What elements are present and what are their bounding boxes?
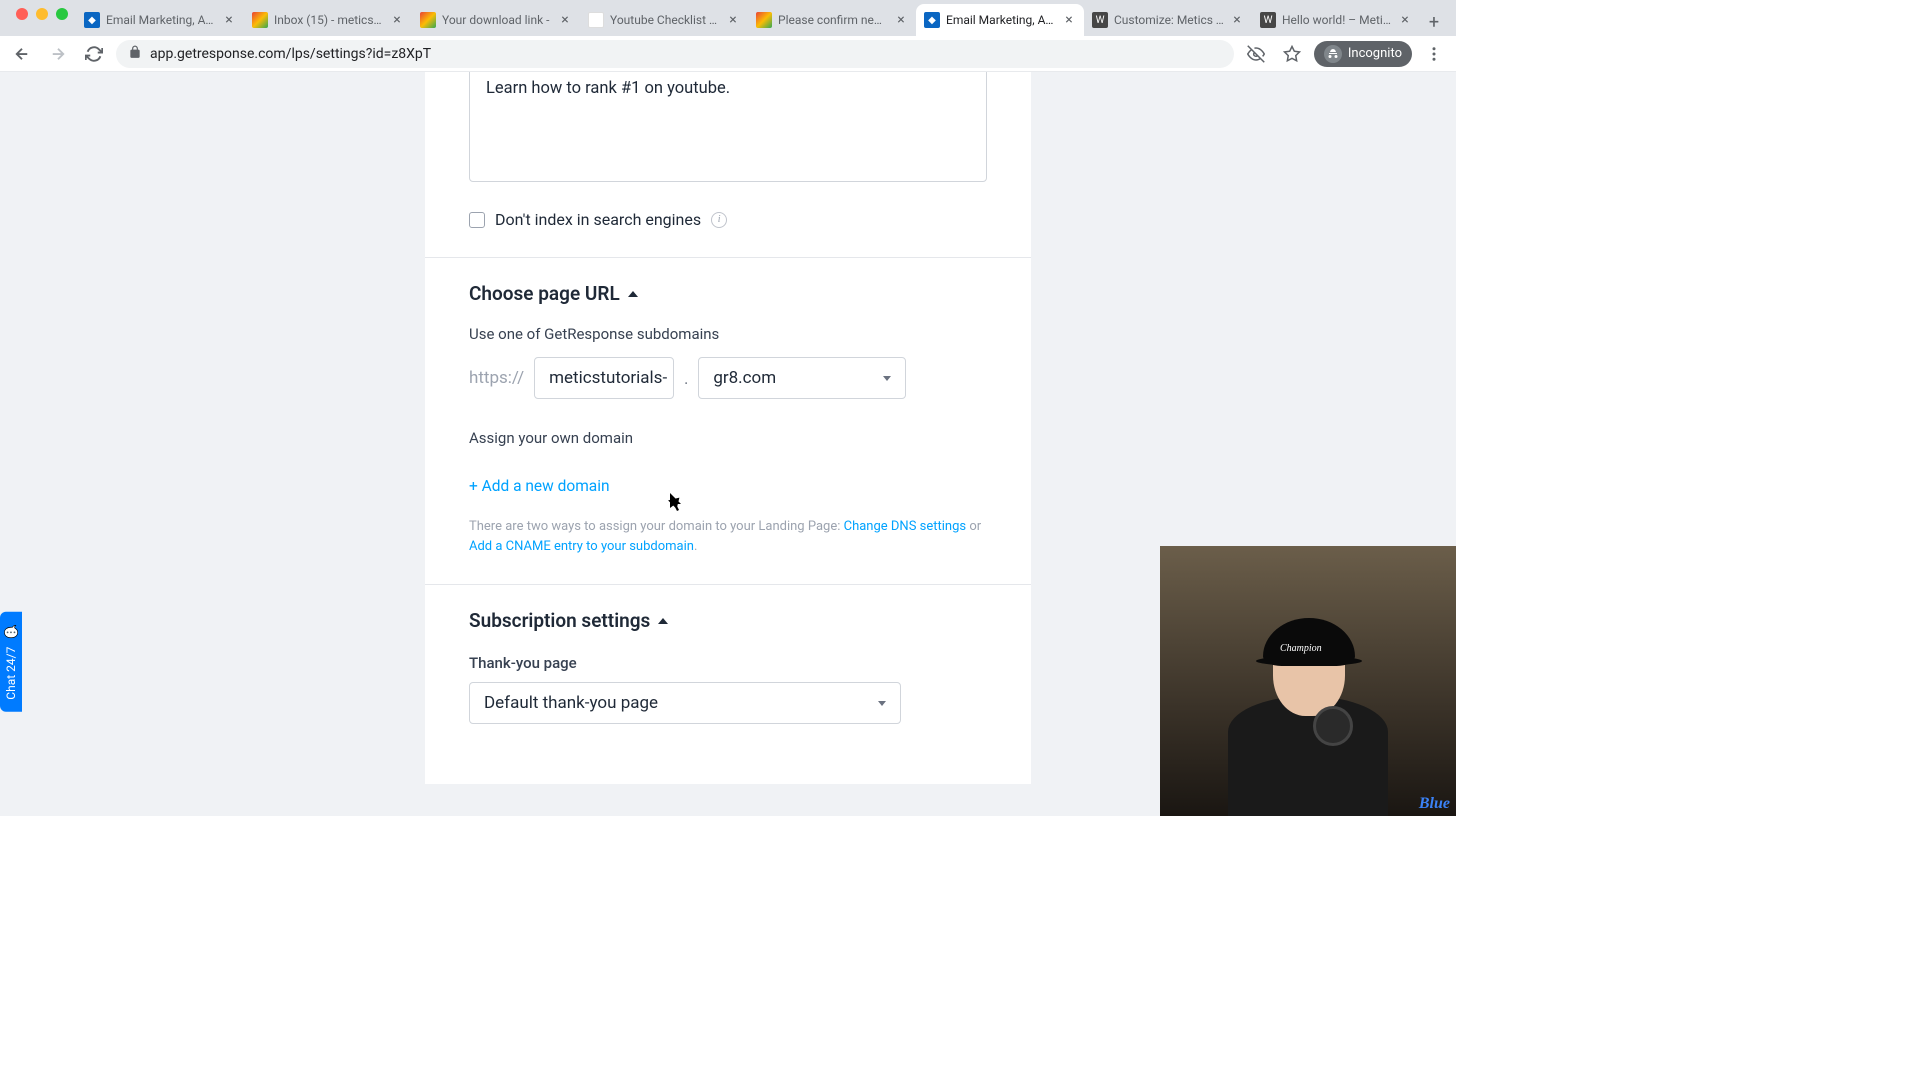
hint-prefix: There are two ways to assign your domain… <box>469 519 844 534</box>
page-viewport: Learn how to rank #1 on youtube. Don't i… <box>0 72 1456 816</box>
favicon-icon <box>420 12 436 28</box>
caret-up-icon <box>658 618 668 624</box>
lock-icon <box>128 45 142 63</box>
favicon-icon: ◆ <box>924 12 940 28</box>
chat-widget-tab[interactable]: Chat 24/7 💬 <box>0 612 22 712</box>
favicon-icon <box>588 12 604 28</box>
webcam-overlay: Champion Blue <box>1160 546 1456 816</box>
protocol-text: https:// <box>469 368 524 388</box>
minimize-window-button[interactable] <box>36 8 48 20</box>
forward-button[interactable] <box>44 40 72 68</box>
settings-panel: Learn how to rank #1 on youtube. Don't i… <box>425 72 1031 784</box>
subscription-section: Subscription settings Thank-you page Def… <box>425 585 1031 784</box>
browser-tab[interactable]: W Hello world! – Metics × <box>1252 4 1420 36</box>
browser-tab[interactable]: Inbox (15) - meticstut × <box>244 4 412 36</box>
tab-close-icon[interactable]: × <box>558 13 572 27</box>
browser-menu-button[interactable] <box>1420 40 1448 68</box>
subscription-section-title[interactable]: Subscription settings <box>469 609 987 632</box>
incognito-icon <box>1324 45 1342 63</box>
macos-window-controls <box>16 8 68 20</box>
back-button[interactable] <box>8 40 36 68</box>
reload-button[interactable] <box>80 40 108 68</box>
description-section: Learn how to rank #1 on youtube. Don't i… <box>425 72 1031 258</box>
browser-tab-active[interactable]: ◆ Email Marketing, Auto × <box>916 4 1084 36</box>
domain-select-value: gr8.com <box>713 368 776 388</box>
tab-title: Hello world! – Metics <box>1282 13 1392 27</box>
chevron-down-icon <box>883 376 891 381</box>
mic-brand-logo: Blue <box>1419 795 1450 813</box>
browser-tab-strip: ◆ Email Marketing, Auto × Inbox (15) - met… <box>0 0 1456 36</box>
favicon-icon: W <box>1092 12 1108 28</box>
tab-title: Please confirm new e <box>778 13 888 27</box>
thankyou-select-value: Default thank-you page <box>484 693 658 713</box>
eye-icon[interactable] <box>1242 40 1270 68</box>
tab-close-icon[interactable]: × <box>1062 13 1076 27</box>
chat-label: Chat 24/7 <box>4 647 18 700</box>
favicon-icon: ◆ <box>84 12 100 28</box>
hint-mid: or <box>966 519 981 534</box>
tab-close-icon[interactable]: × <box>222 13 236 27</box>
dns-link[interactable]: Change DNS settings <box>844 519 967 534</box>
tab-title: Your download link - <box>442 13 552 27</box>
tab-title: Youtube Checklist Do <box>610 13 720 27</box>
incognito-label: Incognito <box>1348 46 1402 61</box>
url-section: Choose page URL Use one of GetResponse s… <box>425 258 1031 585</box>
tab-title: Customize: Metics Tu <box>1114 13 1224 27</box>
own-domain-label: Assign your own domain <box>469 429 987 447</box>
browser-tab[interactable]: W Customize: Metics Tu × <box>1084 4 1252 36</box>
tab-close-icon[interactable]: × <box>1398 13 1412 27</box>
tab-title: Inbox (15) - meticstut <box>274 13 384 27</box>
subdomain-input[interactable]: meticstutorials- <box>534 357 674 399</box>
incognito-badge[interactable]: Incognito <box>1314 41 1412 67</box>
favicon-icon <box>252 12 268 28</box>
caret-up-icon <box>628 291 638 297</box>
chevron-down-icon <box>878 701 886 706</box>
tab-close-icon[interactable]: × <box>726 13 740 27</box>
webcam-person: Champion <box>1218 586 1398 816</box>
tab-close-icon[interactable]: × <box>1230 13 1244 27</box>
url-input-row: https:// meticstutorials- . gr8.com <box>469 357 987 399</box>
url-section-title[interactable]: Choose page URL <box>469 282 987 305</box>
cname-link[interactable]: Add a CNAME entry to your subdomain <box>469 539 694 554</box>
tab-title: Email Marketing, Auto <box>106 13 216 27</box>
thankyou-label: Thank-you page <box>469 654 987 672</box>
tab-title: Email Marketing, Auto <box>946 13 1056 27</box>
bookmark-star-icon[interactable] <box>1278 40 1306 68</box>
domain-select[interactable]: gr8.com <box>698 357 906 399</box>
browser-tab[interactable]: Please confirm new e × <box>748 4 916 36</box>
section-title-text: Subscription settings <box>469 609 650 632</box>
favicon-icon <box>756 12 772 28</box>
browser-tab[interactable]: Youtube Checklist Do × <box>580 4 748 36</box>
address-bar[interactable]: app.getresponse.com/lps/settings?id=z8Xp… <box>116 40 1234 68</box>
browser-tab[interactable]: Your download link - × <box>412 4 580 36</box>
mouse-cursor <box>670 493 682 511</box>
add-domain-link[interactable]: + Add a new domain <box>469 477 610 495</box>
hint-suffix: . <box>694 539 697 554</box>
domain-hint: There are two ways to assign your domain… <box>469 517 987 556</box>
description-textarea[interactable]: Learn how to rank #1 on youtube. <box>469 72 987 182</box>
new-tab-button[interactable]: + <box>1420 8 1448 36</box>
info-icon[interactable]: i <box>711 212 727 228</box>
close-window-button[interactable] <box>16 8 28 20</box>
noindex-row: Don't index in search engines i <box>469 210 987 229</box>
noindex-checkbox[interactable] <box>469 212 485 228</box>
url-text: app.getresponse.com/lps/settings?id=z8Xp… <box>150 46 431 62</box>
browser-tab[interactable]: ◆ Email Marketing, Auto × <box>76 4 244 36</box>
browser-toolbar: app.getresponse.com/lps/settings?id=z8Xp… <box>0 36 1456 72</box>
thankyou-select[interactable]: Default thank-you page <box>469 682 901 724</box>
tab-close-icon[interactable]: × <box>894 13 908 27</box>
maximize-window-button[interactable] <box>56 8 68 20</box>
url-dot: . <box>684 369 688 388</box>
favicon-icon: W <box>1260 12 1276 28</box>
section-title-text: Choose page URL <box>469 282 620 305</box>
tab-close-icon[interactable]: × <box>390 13 404 27</box>
chat-icon: 💬 <box>4 624 18 639</box>
subdomain-label: Use one of GetResponse subdomains <box>469 325 987 343</box>
cap-text: Champion <box>1280 643 1322 654</box>
noindex-label: Don't index in search engines <box>495 210 701 229</box>
